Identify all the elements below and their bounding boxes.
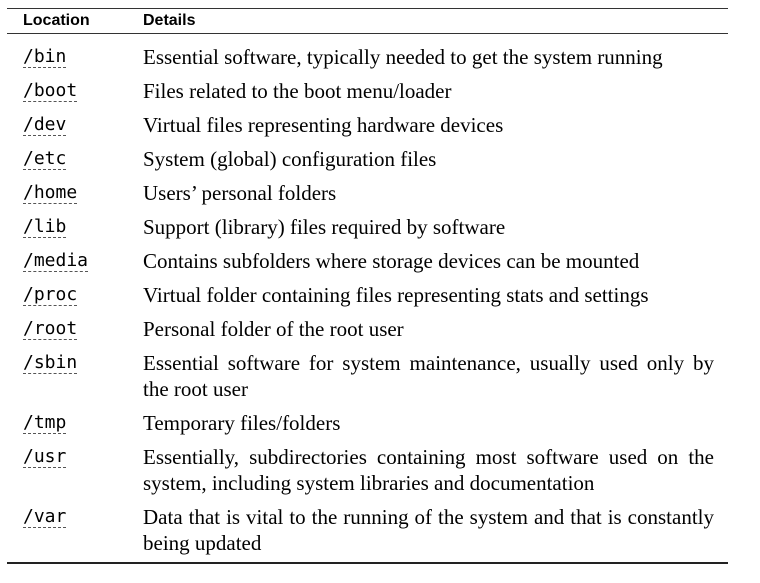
- details-cell: Users’ personal folders: [143, 181, 337, 205]
- location-cell: /root: [7, 316, 143, 342]
- location-cell: /var: [7, 504, 143, 530]
- location-cell: /lib: [7, 214, 143, 240]
- directory-table: Location Details /bin Essential software…: [7, 8, 728, 564]
- details-cell: Data that is vital to the running of the…: [143, 505, 714, 555]
- location-path: /root: [23, 318, 78, 340]
- location-cell: /home: [7, 180, 143, 206]
- details-cell: Essential software, typically needed to …: [143, 45, 663, 69]
- location-path: /bin: [23, 46, 67, 68]
- details-cell: System (global) configuration files: [143, 147, 437, 171]
- table-row: /lib Support (library) files required by…: [7, 214, 728, 240]
- location-cell: /boot: [7, 78, 143, 104]
- location-cell: /tmp: [7, 410, 143, 436]
- table-row: /root Personal folder of the root user: [7, 316, 728, 342]
- details-cell: Essentially, subdirectories containing m…: [143, 445, 714, 495]
- location-path: /tmp: [23, 412, 67, 434]
- location-cell: /usr: [7, 444, 143, 470]
- table-row: /proc Virtual folder containing files re…: [7, 282, 728, 308]
- location-path: /lib: [23, 216, 67, 238]
- table-row: /home Users’ personal folders: [7, 180, 728, 206]
- location-path: /etc: [23, 148, 67, 170]
- location-path: /dev: [23, 114, 67, 136]
- location-path: /sbin: [23, 352, 78, 374]
- details-cell: Virtual folder containing files represen…: [143, 283, 649, 307]
- header-details: Details: [143, 12, 196, 29]
- location-path: /usr: [23, 446, 67, 468]
- table-row: /sbin Essential software for system main…: [7, 350, 728, 402]
- table-row: /media Contains subfolders where storage…: [7, 248, 728, 274]
- table-row: /dev Virtual files representing hardware…: [7, 112, 728, 138]
- location-cell: /proc: [7, 282, 143, 308]
- details-cell: Essential software for system maintenanc…: [143, 351, 714, 401]
- table-row: /etc System (global) configuration files: [7, 146, 728, 172]
- table-row: /var Data that is vital to the running o…: [7, 504, 728, 556]
- details-cell: Files related to the boot menu/loader: [143, 79, 452, 103]
- details-cell: Temporary files/folders: [143, 411, 341, 435]
- table-header: Location Details: [7, 9, 728, 33]
- table-row: /usr Essentially, subdirectories contain…: [7, 444, 728, 496]
- location-cell: /sbin: [7, 350, 143, 376]
- table-row: /boot Files related to the boot menu/loa…: [7, 78, 728, 104]
- details-cell: Personal folder of the root user: [143, 317, 404, 341]
- location-path: /home: [23, 182, 78, 204]
- location-cell: /dev: [7, 112, 143, 138]
- details-cell: Support (library) files required by soft…: [143, 215, 506, 239]
- details-cell: Virtual files representing hardware devi…: [143, 113, 504, 137]
- location-cell: /etc: [7, 146, 143, 172]
- location-path: /proc: [23, 284, 78, 306]
- location-path: /var: [23, 506, 67, 528]
- location-cell: /media: [7, 248, 143, 274]
- location-path: /boot: [23, 80, 78, 102]
- table-bottom-rule: [7, 562, 728, 564]
- details-cell: Contains subfolders where storage device…: [143, 249, 640, 273]
- table-body: /bin Essential software, typically neede…: [7, 34, 728, 556]
- location-path: /media: [23, 250, 89, 272]
- location-cell: /bin: [7, 44, 143, 70]
- table-row: /tmp Temporary files/folders: [7, 410, 728, 436]
- header-location: Location: [23, 12, 90, 29]
- table-row: /bin Essential software, typically neede…: [7, 44, 728, 70]
